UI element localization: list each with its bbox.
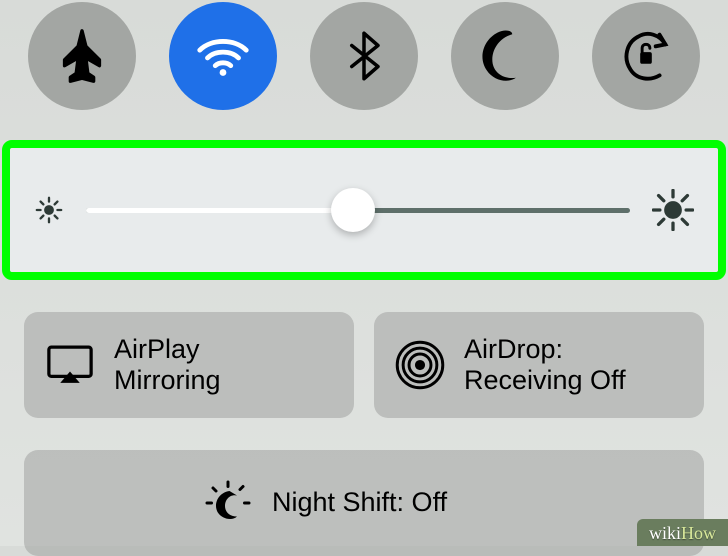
airdrop-label: AirDrop: Receiving Off (464, 334, 626, 396)
rotation-lock-icon (615, 25, 677, 87)
airplay-icon (44, 339, 96, 391)
night-shift-icon (204, 479, 252, 527)
night-shift-label: Night Shift: Off (272, 487, 447, 518)
brightness-slider[interactable] (86, 208, 630, 213)
wifi-toggle[interactable] (169, 2, 277, 110)
toggle-row (20, 2, 708, 110)
night-shift-button[interactable]: Night Shift: Off (24, 450, 704, 556)
do-not-disturb-toggle[interactable] (451, 2, 559, 110)
wikihow-watermark: wikiHow (637, 519, 728, 546)
brightness-thumb[interactable] (331, 188, 375, 232)
airdrop-icon (393, 338, 447, 392)
bluetooth-icon (336, 28, 392, 84)
wifi-icon (192, 25, 254, 87)
moon-icon (476, 27, 534, 85)
brightness-fill (86, 208, 353, 213)
brightness-slider-panel (2, 140, 726, 280)
action-row: AirPlay Mirroring AirDrop: Receiving Off (20, 312, 708, 418)
nightshift-row: Night Shift: Off (20, 450, 708, 556)
control-center: AirPlay Mirroring AirDrop: Receiving Off (0, 0, 728, 556)
airplay-mirroring-button[interactable]: AirPlay Mirroring (24, 312, 354, 418)
brightness-high-icon (652, 189, 694, 231)
brightness-low-icon (34, 195, 64, 225)
bluetooth-toggle[interactable] (310, 2, 418, 110)
airplay-label: AirPlay Mirroring (114, 334, 221, 396)
airplane-icon (51, 25, 113, 87)
rotation-lock-toggle[interactable] (592, 2, 700, 110)
airdrop-button[interactable]: AirDrop: Receiving Off (374, 312, 704, 418)
airplane-mode-toggle[interactable] (28, 2, 136, 110)
